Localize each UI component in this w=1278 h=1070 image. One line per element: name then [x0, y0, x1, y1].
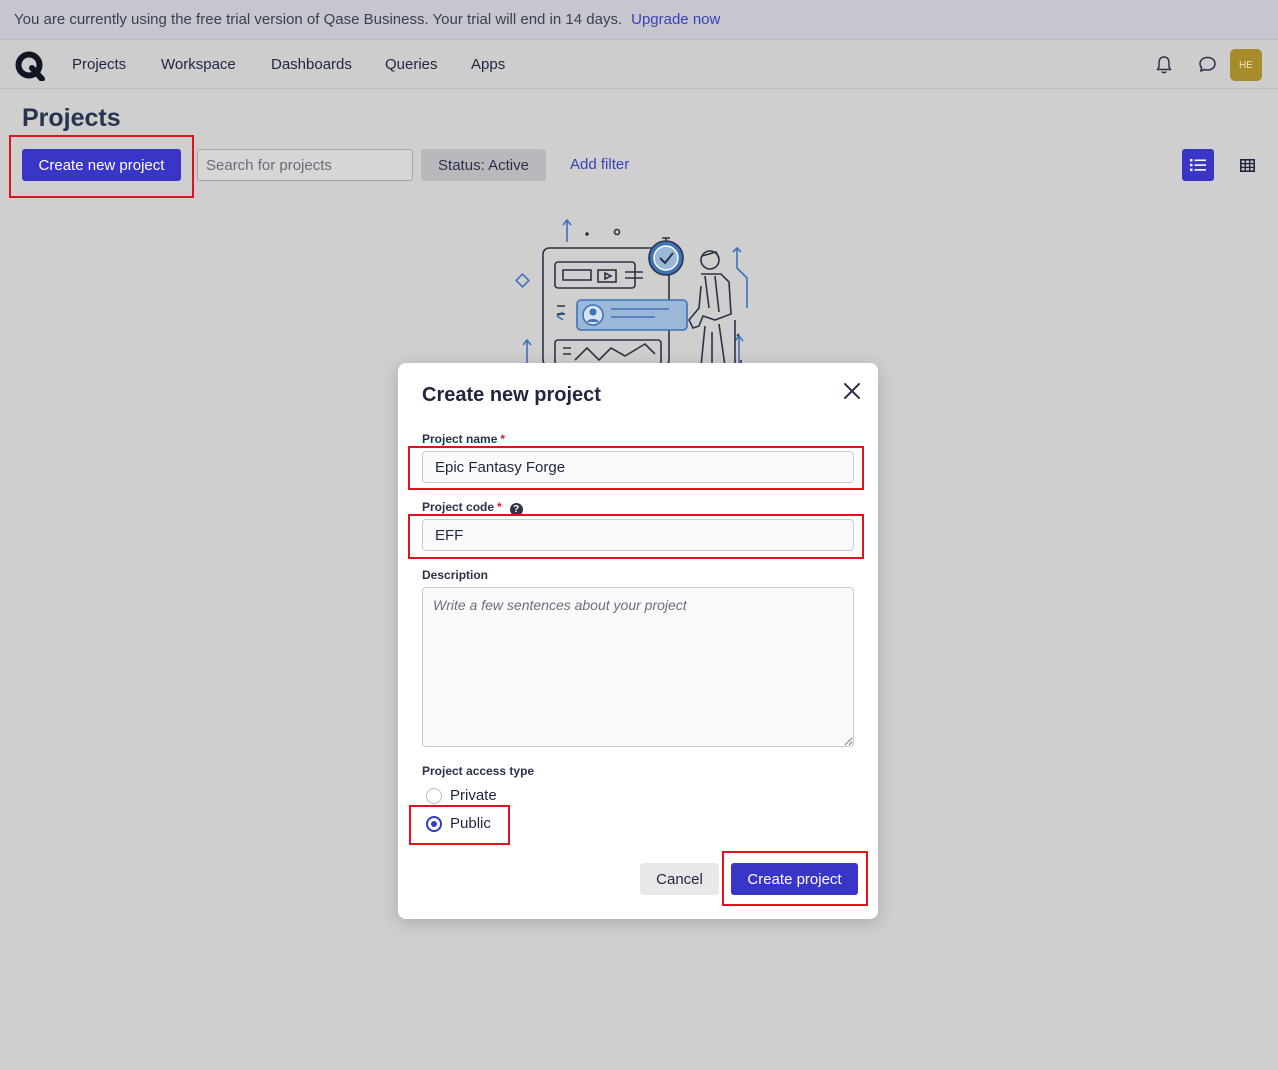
qase-logo-icon[interactable]	[15, 51, 45, 81]
required-marker: *	[500, 432, 506, 446]
nav-projects[interactable]: Projects	[72, 56, 126, 73]
project-code-label-text: Project code	[422, 500, 495, 514]
cancel-button[interactable]: Cancel	[640, 863, 719, 895]
trial-message: You are currently using the free trial v…	[14, 11, 623, 28]
upgrade-now-link[interactable]: Upgrade now	[631, 11, 720, 28]
nav-workspace[interactable]: Workspace	[161, 56, 236, 73]
nav-apps[interactable]: Apps	[471, 56, 505, 73]
nav-dashboards[interactable]: Dashboards	[271, 56, 352, 73]
public-radio[interactable]	[426, 815, 442, 832]
description-textarea[interactable]	[422, 587, 854, 747]
project-name-label-text: Project name	[422, 432, 498, 446]
trial-banner: You are currently using the free trial v…	[0, 0, 1278, 40]
create-project-button[interactable]: Create project	[731, 863, 858, 895]
close-icon[interactable]	[840, 379, 864, 403]
private-radio-label: Private	[450, 787, 497, 804]
search-projects-input[interactable]	[197, 149, 413, 181]
avatar-initials: HE	[1239, 59, 1253, 71]
add-filter-link[interactable]: Add filter	[570, 156, 629, 173]
nav-queries[interactable]: Queries	[385, 56, 438, 73]
description-label: Description	[422, 568, 489, 582]
project-code-label: Project code *?	[422, 500, 523, 516]
help-icon[interactable]: ?	[509, 503, 523, 516]
private-radio[interactable]	[426, 787, 442, 804]
project-name-input[interactable]	[422, 451, 854, 483]
create-new-project-button[interactable]: Create new project	[22, 149, 181, 181]
modal-title: Create new project	[422, 384, 601, 406]
page-title: Projects	[22, 104, 121, 132]
public-radio-label: Public	[450, 815, 491, 832]
list-view-icon	[1190, 159, 1206, 172]
empty-projects-illustration	[515, 218, 748, 366]
project-code-input[interactable]	[422, 519, 854, 551]
top-navigation: Projects Workspace Dashboards Queries Ap…	[0, 40, 1278, 89]
create-project-modal: Create new project Project name* Project…	[398, 363, 878, 919]
access-option-public[interactable]: Public	[426, 815, 491, 832]
access-type-label: Project access type	[422, 764, 535, 778]
user-avatar[interactable]: HE	[1230, 49, 1262, 81]
notification-bell-icon[interactable]	[1155, 55, 1173, 75]
status-filter-button[interactable]: Status: Active	[421, 149, 546, 181]
project-name-label: Project name *	[422, 432, 505, 446]
grid-view-button[interactable]	[1231, 149, 1263, 181]
table-view-icon	[1239, 158, 1255, 172]
list-view-button[interactable]	[1182, 149, 1214, 181]
required-marker: *	[497, 500, 502, 514]
access-option-private[interactable]: Private	[426, 787, 497, 804]
chat-bubble-icon[interactable]	[1198, 55, 1217, 74]
